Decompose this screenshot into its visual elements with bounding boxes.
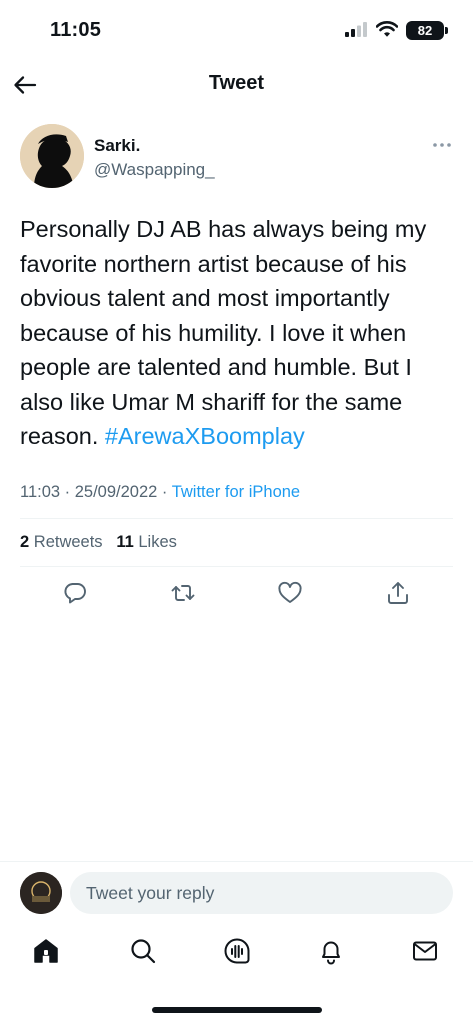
likes-count: 11: [116, 533, 134, 551]
retweets-count: 2: [20, 533, 30, 551]
page-title: Tweet: [208, 72, 265, 94]
reply-input[interactable]: Tweet your reply: [70, 872, 453, 914]
likes-label: Likes: [138, 533, 177, 551]
likes-stat[interactable]: 11 Likes: [116, 533, 177, 551]
spaces-icon[interactable]: [222, 936, 252, 966]
author-avatar-image: [20, 124, 84, 188]
tweet-hashtag-link[interactable]: #ArewaXBoomplay: [105, 423, 305, 449]
home-icon[interactable]: [31, 936, 61, 966]
battery-icon: 82: [406, 21, 444, 40]
tweet-source-link[interactable]: Twitter for iPhone: [172, 483, 300, 501]
author-name[interactable]: Sarki.: [94, 136, 140, 156]
reply-icon[interactable]: [61, 579, 89, 607]
notifications-icon[interactable]: [316, 936, 346, 966]
retweets-label: Retweets: [33, 533, 103, 551]
more-options-icon[interactable]: [431, 140, 453, 150]
reply-placeholder: Tweet your reply: [86, 882, 215, 903]
user-avatar-image: [20, 872, 62, 914]
tweet-time: 11:03: [20, 483, 61, 501]
retweets-stat[interactable]: 2 Retweets: [20, 533, 103, 551]
user-avatar[interactable]: [20, 872, 62, 914]
status-time: 11:05: [50, 19, 102, 41]
divider: [0, 861, 473, 862]
tweet-stats: 2 Retweets 11 Likes: [20, 533, 177, 552]
tweet-date: 25/09/2022: [74, 483, 158, 501]
wifi-icon: [376, 21, 398, 37]
tweet-meta: 11:03 · 25/09/2022 · Twitter for iPhone: [20, 483, 301, 501]
author-avatar[interactable]: [20, 124, 84, 188]
tweet-body: Personally DJ AB has always being my fav…: [20, 212, 460, 454]
retweet-icon[interactable]: [169, 579, 197, 607]
battery-level: 82: [417, 23, 433, 38]
divider: [20, 518, 453, 519]
author-handle[interactable]: @Waspapping_: [94, 160, 215, 180]
like-icon[interactable]: [276, 579, 304, 607]
home-indicator[interactable]: [152, 1007, 322, 1013]
divider: [20, 566, 453, 567]
battery-tip: [445, 27, 448, 34]
arrow-left-icon[interactable]: [12, 72, 38, 98]
messages-icon[interactable]: [410, 936, 440, 966]
search-icon[interactable]: [128, 936, 158, 966]
share-icon[interactable]: [384, 579, 412, 607]
tweet-text: Personally DJ AB has always being my fav…: [20, 216, 427, 449]
cellular-signal-icon: [345, 22, 367, 37]
